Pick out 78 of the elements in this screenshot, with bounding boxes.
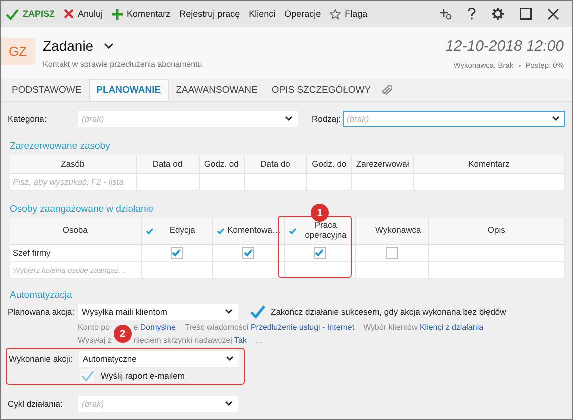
record-subtitle: Kontakt w sprawie przedłużenia abonamentu — [43, 60, 202, 69]
column-header: Zarezerwował — [352, 155, 414, 173]
checkbox[interactable] — [242, 247, 254, 259]
record-datetime: 12-10-2018 12:00 — [446, 38, 564, 55]
maximize-icon[interactable] — [520, 8, 532, 20]
caret-icon — [285, 116, 293, 121]
caret-icon — [225, 401, 233, 406]
detail-label: ... — [256, 336, 263, 345]
header-checkbox[interactable] — [216, 228, 225, 234]
field-label: Wykonanie akcji: — [9, 354, 74, 364]
checkbox[interactable] — [250, 304, 266, 318]
checkbox-label: Zakończ działanie sukcesem, gdy akcja wykonana bez błędów — [271, 306, 506, 316]
header-checkbox[interactable] — [146, 228, 154, 234]
check-icon — [6, 8, 19, 20]
column-header: Godz. do — [307, 155, 352, 173]
column-header: Godz. od — [200, 155, 245, 173]
star-icon — [330, 8, 342, 20]
column-header: Edycja — [168, 226, 196, 236]
column-header: Osoba — [62, 226, 89, 236]
toolbar-button[interactable]: Anuluj — [64, 9, 104, 19]
column-header: Zasób — [10, 155, 137, 173]
toolbar-button[interactable]: ZAPISZ — [6, 8, 56, 20]
action-select[interactable]: Wysyłka maili klientom — [78, 304, 238, 320]
person-name: Szef firmy — [13, 248, 51, 258]
column-header: Wykonawca — [374, 226, 422, 236]
record-title: Zadanie — [43, 38, 94, 54]
step-badge: 2 — [114, 325, 132, 343]
detail-link[interactable]: Klienci z działania — [420, 323, 484, 332]
section-title: Zarezerwowane zasoby — [10, 141, 110, 152]
close-icon — [64, 9, 74, 19]
close-icon[interactable] — [548, 8, 559, 20]
help-icon[interactable] — [468, 8, 476, 20]
toolbar-button[interactable]: Klienci — [249, 9, 276, 19]
caret-icon — [226, 356, 234, 361]
toolbar-button[interactable]: Operacje — [284, 9, 322, 19]
detail-label: Wybór klientów — [364, 323, 418, 332]
separator-dot — [518, 64, 521, 66]
tab[interactable]: OPIS SZCZEGÓŁOWY — [264, 79, 378, 101]
settings-icon[interactable] — [492, 8, 504, 20]
tab[interactable]: ZAAWANSOWANE — [169, 79, 265, 101]
checkbox[interactable] — [170, 247, 183, 259]
toolbar-button[interactable]: Rejestruj pracę — [180, 9, 240, 19]
caret-icon — [552, 116, 560, 121]
checkbox[interactable] — [386, 247, 398, 259]
toolbar-button[interactable]: Flaga — [330, 8, 368, 20]
field-label: Planowana akcja: — [8, 306, 76, 316]
column-header: Komentarz — [414, 155, 566, 173]
section-title: Osoby zaangażowane w działanie — [10, 204, 154, 215]
step-badge: 1 — [311, 204, 329, 222]
paperclip-icon[interactable] — [382, 84, 392, 96]
chevron-down-icon[interactable] — [104, 43, 114, 49]
detail-label: Konto po — [78, 323, 112, 332]
column-header: Opis — [486, 226, 506, 236]
caret-icon — [225, 309, 233, 314]
column-header: Data od — [136, 155, 200, 173]
execution-select[interactable]: Automatyczne — [79, 350, 239, 366]
detail-label: e — [134, 323, 138, 332]
toolbar-button[interactable]: Komentarz — [112, 8, 171, 20]
add-link-icon[interactable] — [440, 8, 452, 20]
field-label: Cykl działania: — [8, 398, 64, 408]
detail-link[interactable]: Domyślne — [140, 323, 176, 332]
detail-link[interactable]: Tak — [234, 336, 247, 345]
header-checkbox[interactable] — [288, 228, 297, 234]
section-title: Automatyzacja — [10, 290, 72, 301]
field-label: Rodzaj: — [312, 114, 342, 124]
detail-label: Treść wiadomości — [184, 323, 249, 332]
checkbox-label: Wyślij raport e-mailem — [101, 371, 185, 381]
detail-link[interactable]: Przedłużenie usługi - Internet — [250, 323, 355, 332]
plus-icon — [112, 8, 124, 20]
column-header: Praca operacyjna — [304, 221, 348, 241]
avatar: GZ — [1, 38, 35, 65]
detail-label: nięciem skrzynki nadawczej — [134, 336, 232, 345]
detail-label: Wysyłaj z — [78, 336, 112, 345]
field-label: Kategoria: — [8, 114, 48, 124]
tab[interactable]: PODSTAWOWE — [5, 79, 89, 101]
column-header: Data do — [244, 155, 308, 173]
tab[interactable]: PLANOWANIE — [88, 79, 170, 101]
checkbox[interactable] — [314, 247, 326, 259]
